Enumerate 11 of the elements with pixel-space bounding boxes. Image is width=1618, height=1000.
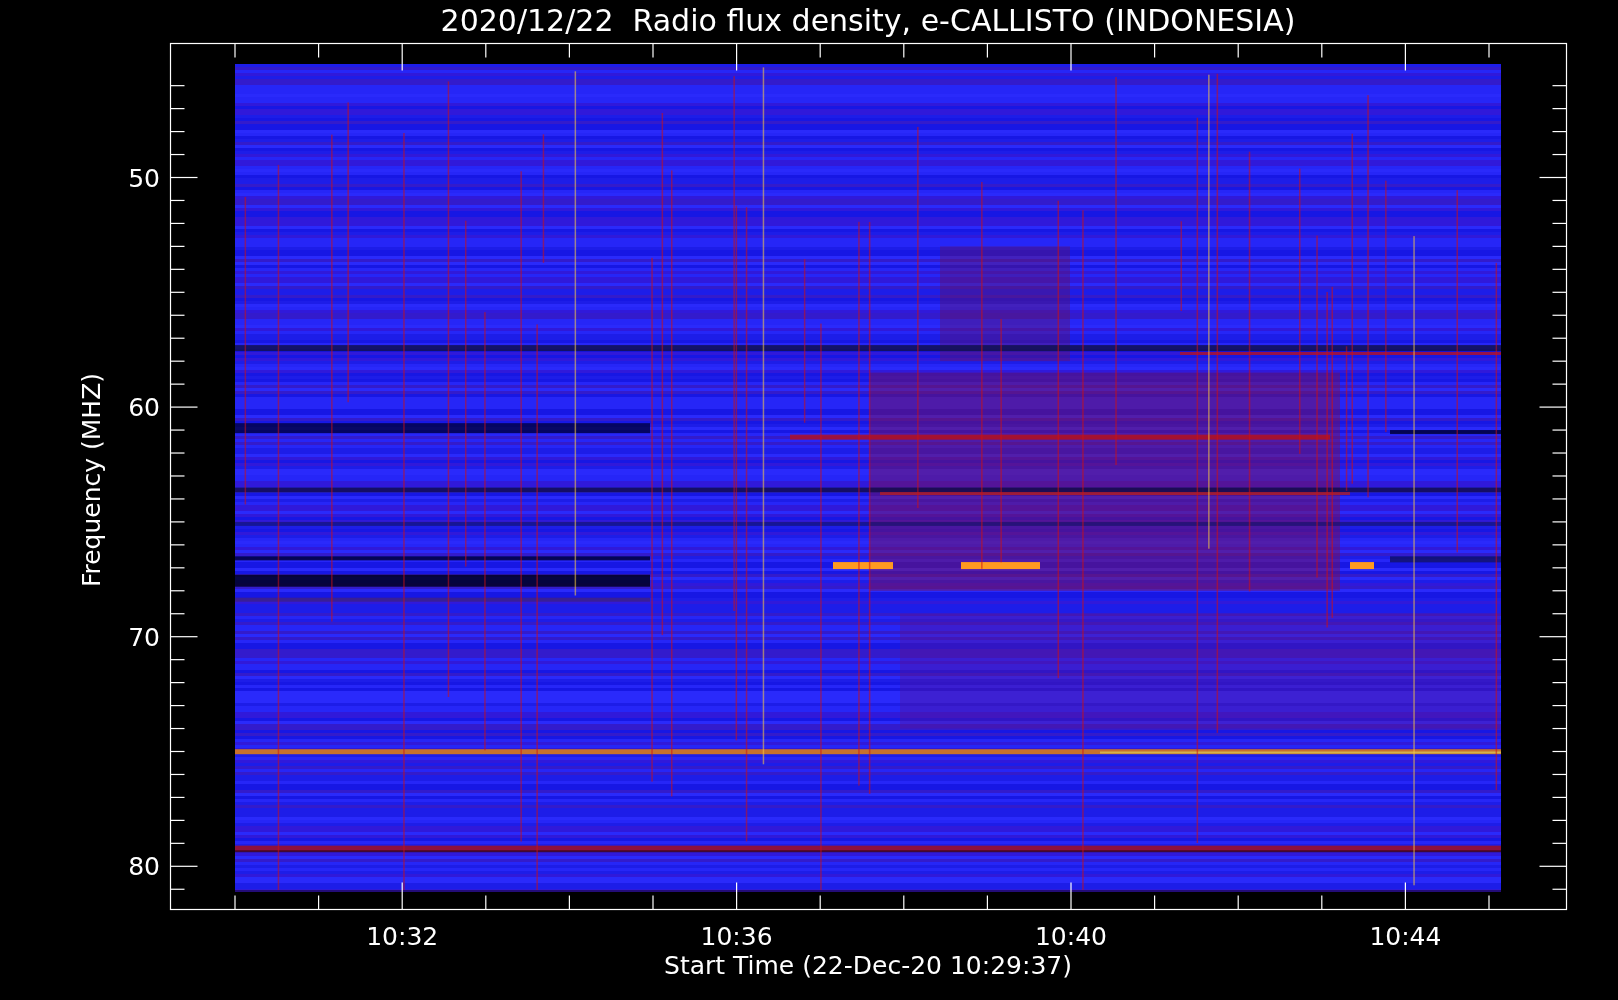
y-tick-label: 70 xyxy=(128,622,160,652)
x-tick-label: 10:44 xyxy=(1369,922,1442,951)
x-tick-label: 10:36 xyxy=(700,922,773,951)
y-tick-label: 50 xyxy=(128,163,160,193)
x-tick-label: 10:40 xyxy=(1035,922,1107,951)
x-axis-title: Start Time (22-Dec-20 10:29:37) xyxy=(664,951,1072,980)
y-axis-title: Frequency (MHZ) xyxy=(77,372,106,588)
x-tick-label: 10:32 xyxy=(366,922,439,951)
y-tick-label: 60 xyxy=(128,393,160,423)
chart-title: 2020/12/22 Radio flux density, e-CALLISTO (INDONESIA) xyxy=(440,3,1296,38)
y-tick-label: 80 xyxy=(128,852,160,882)
